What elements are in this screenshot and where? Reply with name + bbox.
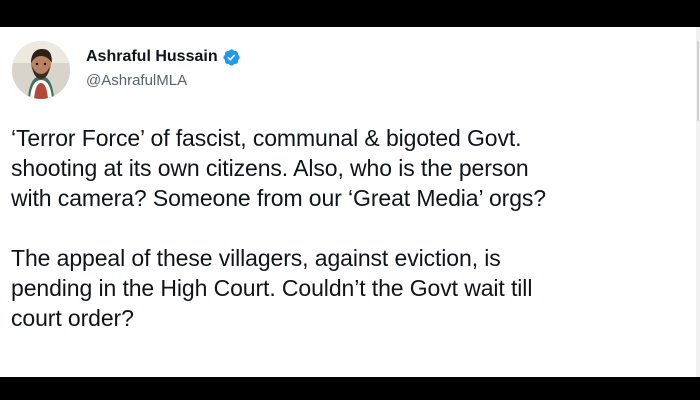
profile-photo xyxy=(12,41,70,99)
scrollbar-thumb[interactable] xyxy=(697,41,699,121)
tweet-paragraph-2: The appeal of these villagers, against e… xyxy=(11,245,533,331)
author-identity: Ashraful Hussain @AshrafulMLA xyxy=(86,46,241,89)
verified-badge-icon xyxy=(222,48,241,67)
author-name-row: Ashraful Hussain xyxy=(86,46,241,69)
screenshot-frame: Ashraful Hussain @AshrafulMLA ‘Terror Fo… xyxy=(0,0,700,400)
author-display-name[interactable]: Ashraful Hussain xyxy=(86,48,218,66)
avatar[interactable] xyxy=(12,41,70,99)
tweet-header: Ashraful Hussain @AshrafulMLA xyxy=(12,41,241,99)
scrollbar[interactable] xyxy=(696,27,700,377)
author-handle[interactable]: @AshrafulMLA xyxy=(86,72,241,89)
tweet-body: ‘Terror Force’ of fascist, communal & bi… xyxy=(11,123,691,333)
tweet-paragraph-1: ‘Terror Force’ of fascist, communal & bi… xyxy=(11,125,546,211)
tweet-card[interactable]: Ashraful Hussain @AshrafulMLA ‘Terror Fo… xyxy=(0,27,700,377)
